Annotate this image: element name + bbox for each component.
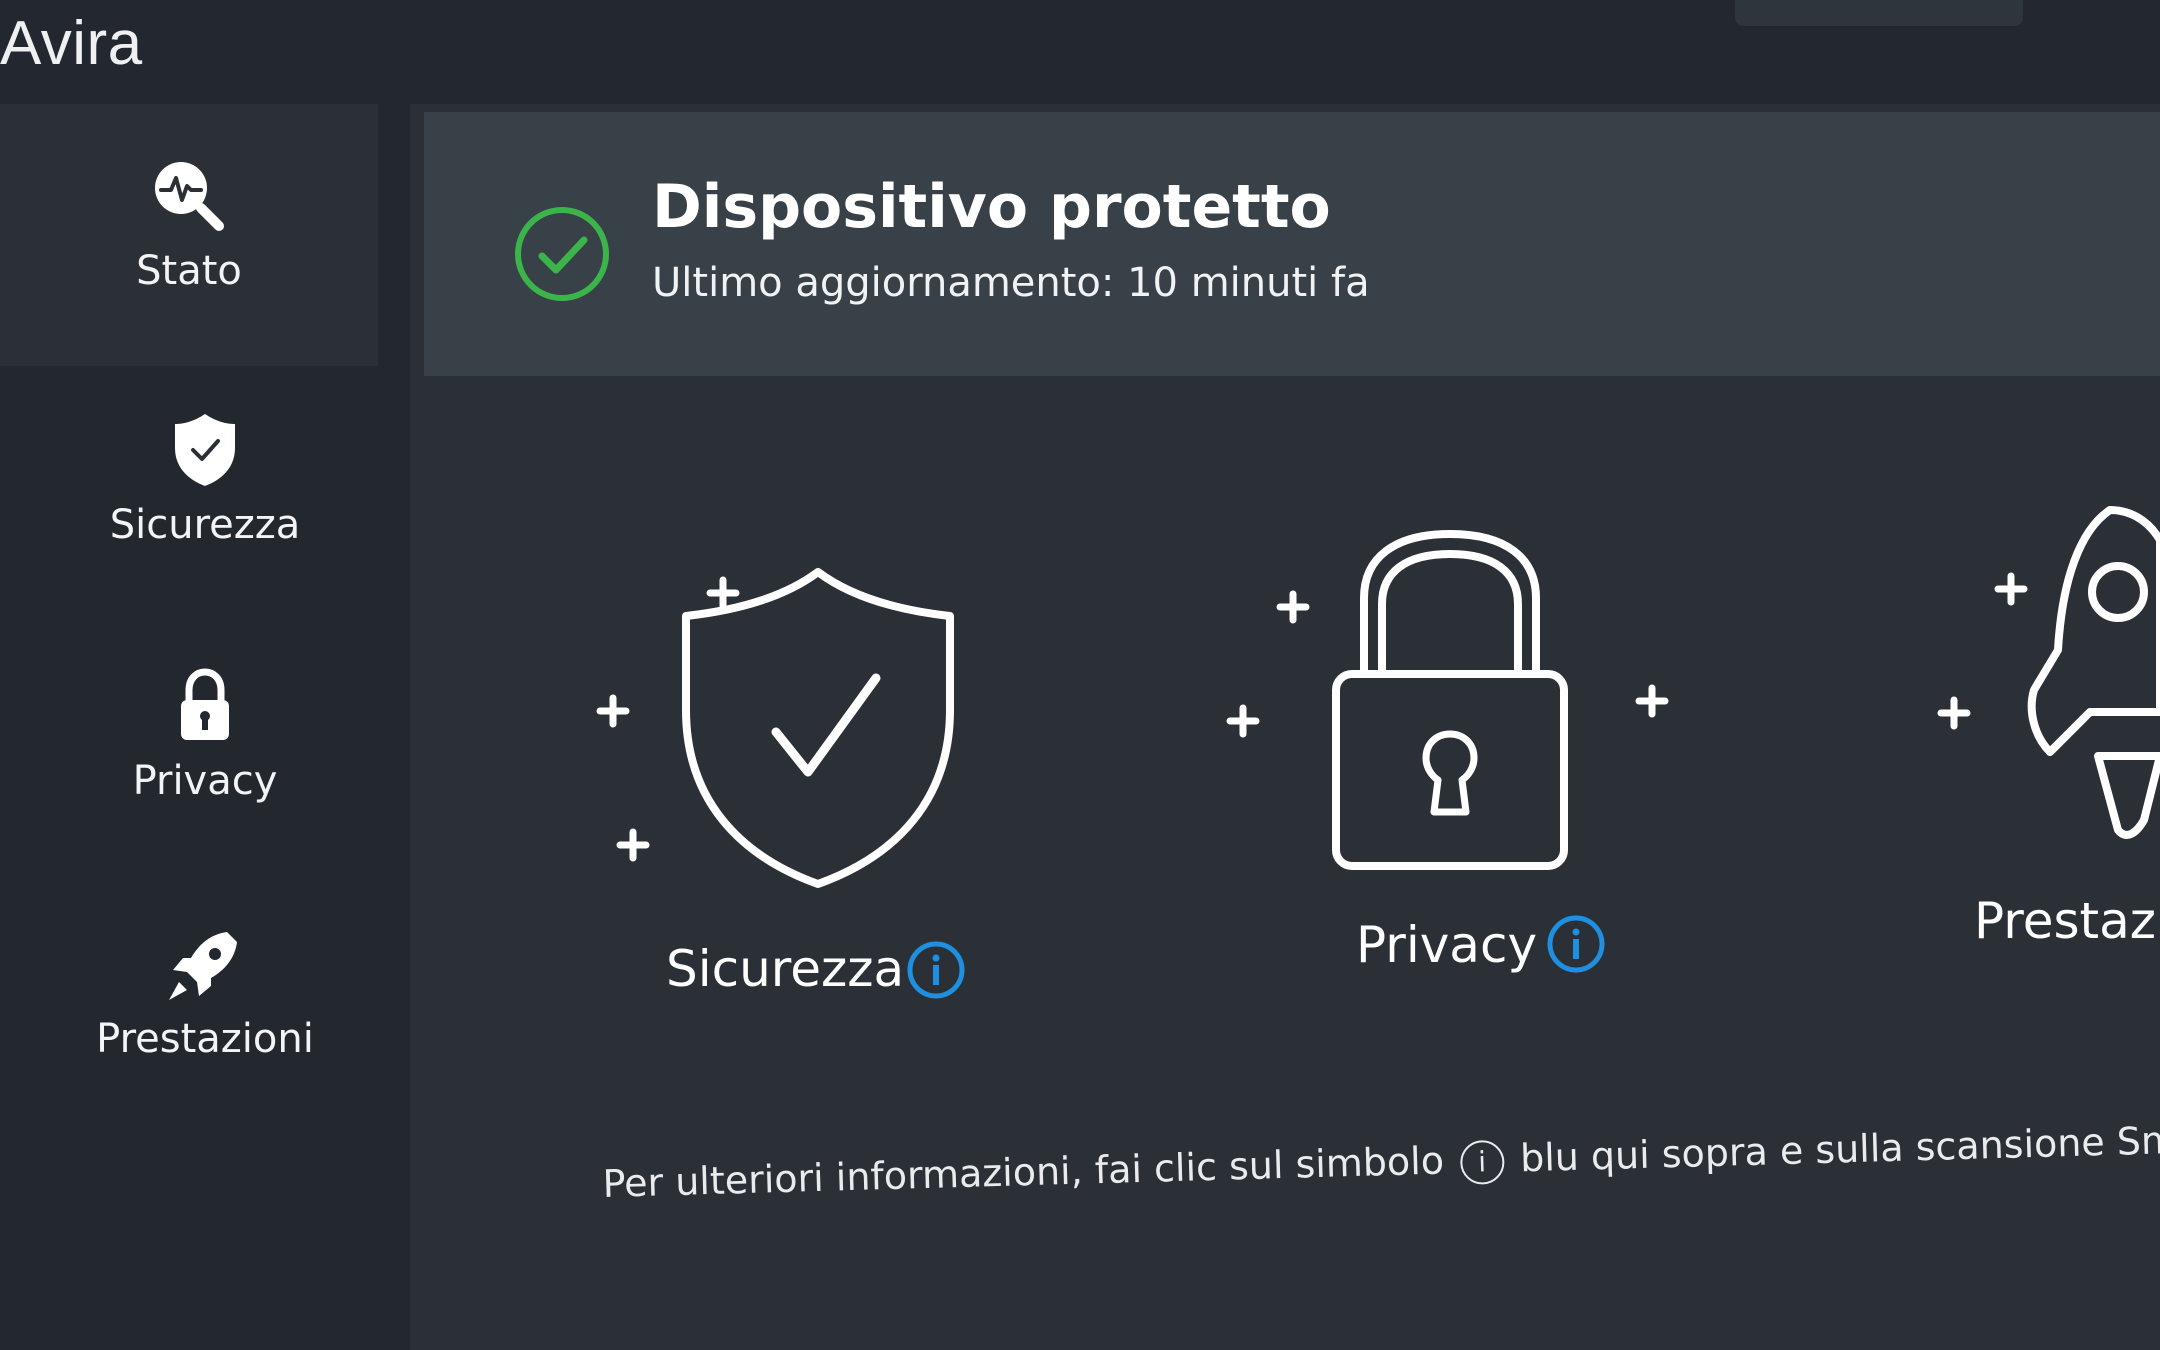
rocket-icon[interactable] [1930, 500, 2160, 850]
padlock-icon[interactable] [1220, 528, 1680, 878]
footer-text-after: blu qui sopra e sulla scansione Sma [1519, 1117, 2160, 1181]
footer-text-before: Per ulteriori informazioni, fai clic sul… [602, 1138, 1445, 1206]
status-banner: Dispositivo protetto Ultimo aggiornament… [424, 112, 2160, 376]
window-control[interactable] [1735, 0, 2023, 26]
shield-check-icon [175, 414, 235, 486]
info-icon[interactable] [906, 940, 966, 1000]
feature-label-sicurezza[interactable]: Sicurezza [666, 940, 904, 998]
sidebar-item-stato[interactable]: Stato [0, 104, 378, 366]
status-subtitle: Ultimo aggiornamento: 10 minuti fa [652, 260, 1370, 306]
sidebar-item-privacy[interactable]: Privacy [0, 666, 410, 804]
inline-info-icon: i [1459, 1139, 1505, 1185]
sidebar-item-sicurezza[interactable]: Sicurezza [0, 410, 410, 548]
app-title: Avira [0, 9, 143, 78]
padlock-icon [181, 668, 229, 740]
feature-label-privacy[interactable]: Privacy [1356, 916, 1537, 974]
title-bar: Avira [0, 0, 2160, 104]
sidebar-item-prestazioni[interactable]: Prestazioni [0, 924, 410, 1062]
feature-label-prestazioni[interactable]: Prestazi [1974, 892, 2160, 950]
footer-hint: Per ulteriori informazioni, fai clic sul… [602, 1117, 2160, 1208]
rocket-icon [169, 932, 237, 1000]
sidebar-item-label: Stato [136, 248, 242, 294]
shield-check-icon[interactable] [590, 560, 990, 900]
sidebar-item-label: Sicurezza [109, 502, 301, 548]
info-icon[interactable] [1546, 914, 1606, 974]
status-title: Dispositivo protetto [652, 172, 1331, 242]
check-circle-icon [515, 207, 609, 301]
sidebar: Stato Sicurezza Privacy Prestazioni [0, 104, 410, 1350]
sidebar-item-label: Privacy [132, 758, 278, 804]
sidebar-item-label: Prestazioni [96, 1016, 314, 1062]
status-magnifier-icon [155, 162, 224, 231]
